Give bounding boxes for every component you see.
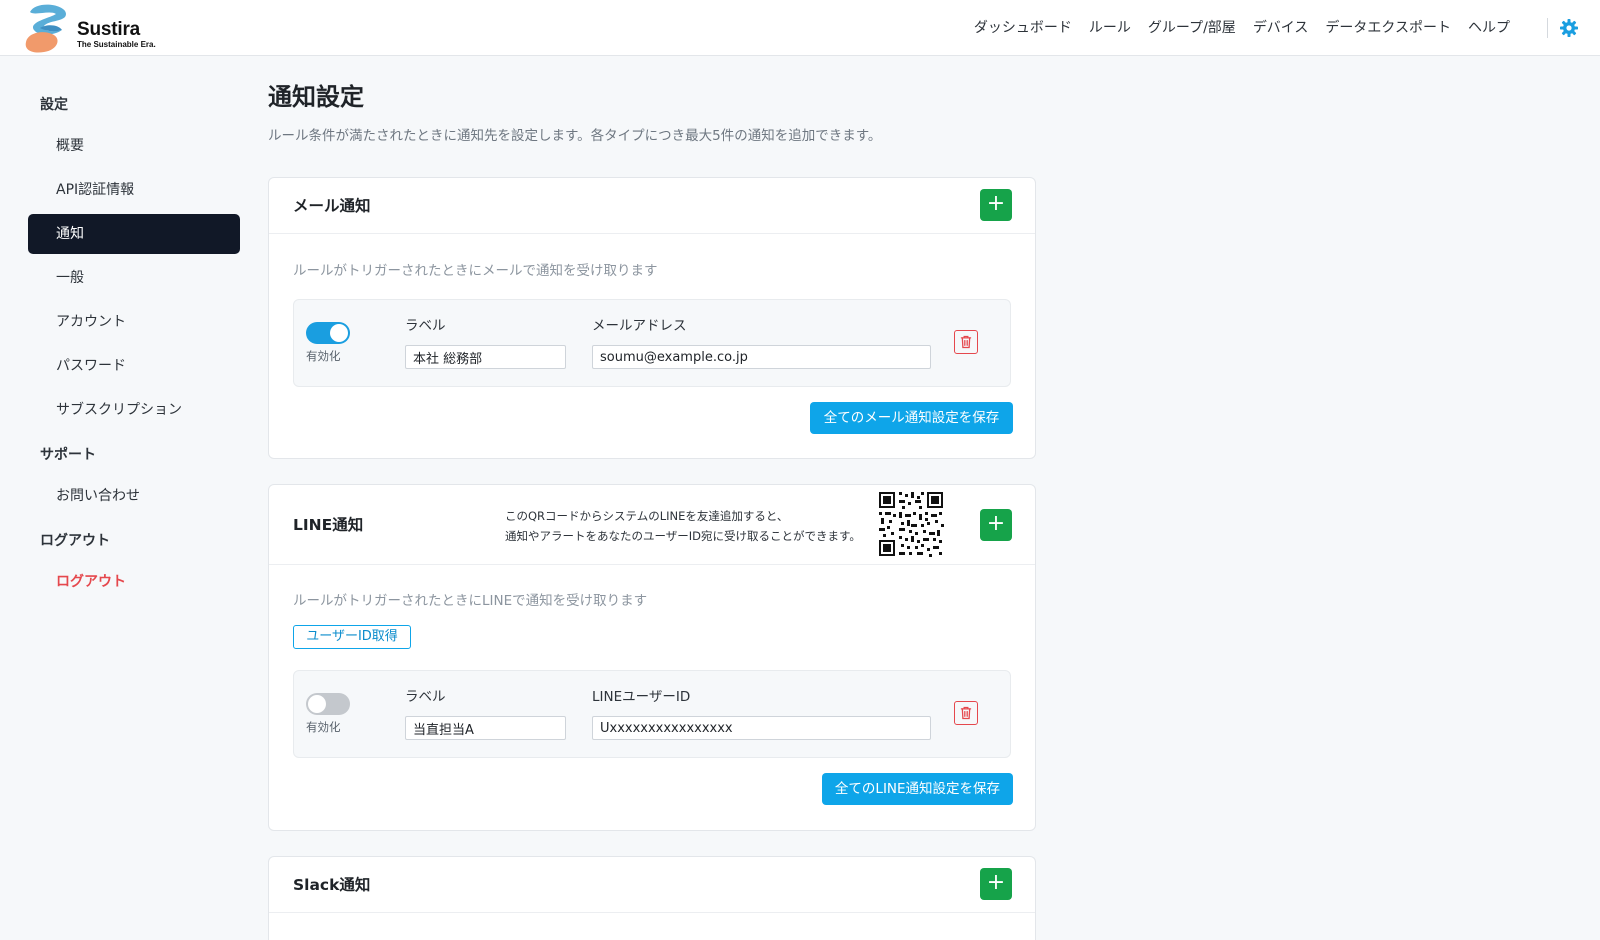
- card-header: LINE通知 このQRコードからシステムのLINEを友達追加すると、 通知やアラ…: [269, 485, 1035, 565]
- page-title: 通知設定: [268, 83, 364, 111]
- enable-toggle[interactable]: [306, 693, 350, 715]
- label-heading: ラベル: [405, 318, 446, 334]
- nav-help[interactable]: ヘルプ: [1468, 17, 1510, 37]
- save-email-settings-button[interactable]: 全てのメール通知設定を保存: [810, 402, 1013, 434]
- line-user-id-heading: LINEユーザーID: [592, 689, 691, 705]
- card-title: LINE通知: [293, 516, 364, 534]
- sidebar-heading-settings: 設定: [40, 97, 68, 113]
- main-nav: ダッシュボード ルール グループ/部屋 デバイス データエクスポート ヘルプ: [974, 17, 1510, 37]
- line-qr-code-icon: [878, 491, 944, 557]
- sidebar-item-notifications[interactable]: 通知: [28, 214, 240, 254]
- add-line-button[interactable]: +: [980, 509, 1012, 541]
- nav-groups-rooms[interactable]: グループ/部屋: [1148, 17, 1236, 37]
- toggle-knob: [308, 695, 326, 713]
- qr-instruction-line-2: 通知やアラートをあなたのユーザーID宛に受け取ることができます。: [505, 529, 861, 543]
- email-address-heading: メールアドレス: [592, 318, 687, 334]
- sidebar-item-api-credentials[interactable]: API認証情報: [28, 170, 240, 210]
- logo-mark-icon: [25, 4, 66, 53]
- nav-devices[interactable]: デバイス: [1253, 17, 1309, 37]
- main-content: 通知設定 ルール条件が満たされたときに通知先を設定します。各タイプにつき最大5件…: [268, 78, 1036, 144]
- logo-tagline: The Sustainable Era.: [77, 40, 156, 49]
- get-user-id-button[interactable]: ユーザーID取得: [293, 625, 411, 649]
- logo-name: Sustira: [77, 19, 141, 40]
- sidebar-item-subscription[interactable]: サブスクリプション: [28, 390, 240, 430]
- line-user-id-input[interactable]: [592, 716, 931, 740]
- enable-label: 有効化: [306, 720, 341, 734]
- card-title: メール通知: [293, 197, 371, 215]
- nav-data-export[interactable]: データエクスポート: [1325, 17, 1451, 37]
- card-note: ルールがトリガーされたときにメールで通知を受け取ります: [293, 263, 658, 279]
- email-notification-row: 有効化 ラベル メールアドレス: [293, 299, 1011, 387]
- page-description: ルール条件が満たされたときに通知先を設定します。各タイプにつき最大5件の通知を追…: [268, 128, 882, 144]
- brand-logo[interactable]: Sustira The Sustainable Era.: [22, 2, 182, 54]
- line-notification-row: 有効化 ラベル LINEユーザーID: [293, 670, 1011, 758]
- sidebar-heading-support: サポート: [40, 447, 96, 463]
- toggle-knob: [330, 324, 348, 342]
- sidebar-item-password[interactable]: パスワード: [28, 346, 240, 386]
- slack-notification-card: Slack通知 +: [268, 856, 1036, 940]
- nav-divider: [1547, 18, 1548, 38]
- add-email-button[interactable]: +: [980, 189, 1012, 221]
- qr-instruction-line-1: このQRコードからシステムのLINEを友達追加すると、: [505, 509, 789, 523]
- top-navigation-bar: Sustira The Sustainable Era. ダッシュボード ルール…: [0, 0, 1600, 56]
- sidebar-item-overview[interactable]: 概要: [28, 126, 240, 166]
- enable-toggle[interactable]: [306, 322, 350, 344]
- sidebar-item-logout[interactable]: ログアウト: [28, 562, 240, 602]
- sidebar-heading-logout: ログアウト: [40, 533, 110, 549]
- card-header: メール通知 +: [269, 178, 1035, 234]
- sidebar-item-general[interactable]: 一般: [28, 258, 240, 298]
- label-input[interactable]: [405, 345, 566, 369]
- email-notification-card: メール通知 + ルールがトリガーされたときにメールで通知を受け取ります 有効化 …: [268, 177, 1036, 459]
- sidebar-item-account[interactable]: アカウント: [28, 302, 240, 342]
- sidebar-item-contact[interactable]: お問い合わせ: [28, 476, 240, 516]
- trash-icon[interactable]: [954, 330, 978, 354]
- enable-label: 有効化: [306, 349, 341, 363]
- card-header: Slack通知 +: [269, 857, 1035, 913]
- nav-rules[interactable]: ルール: [1089, 17, 1131, 37]
- save-line-settings-button[interactable]: 全てのLINE通知設定を保存: [822, 773, 1013, 805]
- label-heading: ラベル: [405, 689, 446, 705]
- label-input[interactable]: [405, 716, 566, 740]
- line-notification-card: LINE通知 このQRコードからシステムのLINEを友達追加すると、 通知やアラ…: [268, 484, 1036, 831]
- gear-icon[interactable]: [1559, 18, 1579, 38]
- email-address-input[interactable]: [592, 345, 931, 369]
- card-note: ルールがトリガーされたときにLINEで通知を受け取ります: [293, 593, 648, 609]
- settings-sidebar: 設定 概要 API認証情報 通知 一般 アカウント パスワード サブスクリプショ…: [28, 84, 240, 606]
- add-slack-button[interactable]: +: [980, 868, 1012, 900]
- nav-dashboard[interactable]: ダッシュボード: [974, 17, 1072, 37]
- card-title: Slack通知: [293, 876, 371, 894]
- trash-icon[interactable]: [954, 701, 978, 725]
